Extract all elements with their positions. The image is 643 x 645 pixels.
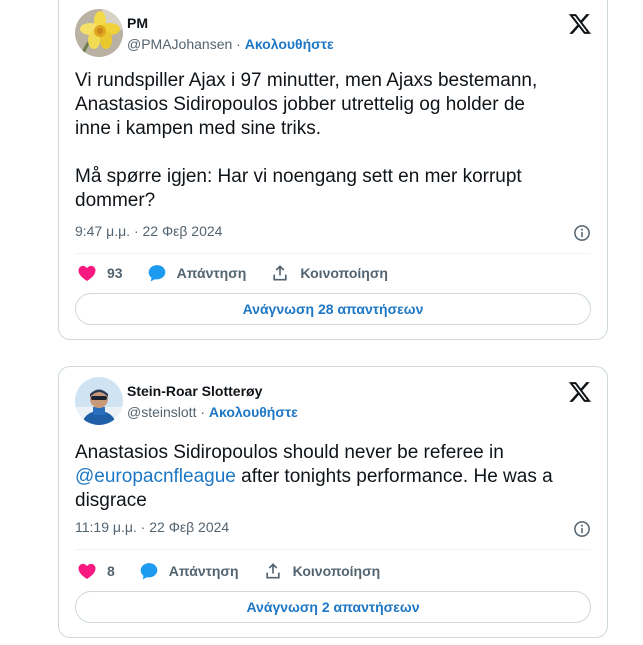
author-handle[interactable]: @PMAJohansen	[127, 36, 232, 52]
reply-label: Απάντηση	[176, 265, 247, 281]
share-button[interactable]: Κοινοποίηση	[263, 561, 381, 581]
follow-link[interactable]: Ακολουθήστε	[209, 404, 298, 420]
follow-link[interactable]: Ακολουθήστε	[245, 36, 334, 52]
x-logo-icon[interactable]	[569, 13, 591, 35]
mention-link[interactable]: @europacnfleague	[75, 466, 236, 487]
share-icon	[265, 563, 280, 579]
like-count: 93	[107, 265, 123, 281]
daffodil-flower-icon	[75, 9, 123, 57]
handle-row: @PMAJohansen · Ακολουθήστε	[127, 36, 334, 52]
author-name[interactable]: Stein-Roar Slotterøy	[127, 383, 262, 399]
reply-button[interactable]: Απάντηση	[139, 561, 239, 581]
tweet-text-part: Anastasios Sidiropoulos should never be …	[75, 442, 504, 463]
info-icon[interactable]	[573, 224, 591, 242]
action-bar: 8 Απάντηση Κοινοποίηση	[77, 560, 380, 582]
tweet-text: Anastasios Sidiropoulos should never be …	[75, 441, 595, 513]
read-replies-button[interactable]: Ανάγνωση 2 απαντήσεων	[75, 591, 591, 623]
share-label: Κοινοποίηση	[292, 563, 381, 579]
info-icon[interactable]	[573, 520, 591, 538]
handle-row: @steinslott · Ακολουθήστε	[127, 404, 298, 420]
author-handle[interactable]: @steinslott	[127, 404, 196, 420]
x-logo-icon[interactable]	[569, 381, 591, 403]
tweet-meta: 11:19 μ.μ. · 22 Φεβ 2024	[75, 519, 591, 539]
avatar[interactable]	[75, 377, 123, 425]
timestamp[interactable]: 11:19 μ.μ. · 22 Φεβ 2024	[75, 519, 229, 535]
reply-bubble-icon	[148, 265, 165, 282]
share-button[interactable]: Κοινοποίηση	[270, 263, 388, 283]
separator-dot: ·	[236, 36, 241, 52]
separator-dot: ·	[200, 404, 206, 420]
avatar[interactable]	[75, 9, 123, 57]
like-button[interactable]: 93	[77, 263, 123, 283]
tweet-card: PM @PMAJohansen · Ακολουθήστε Vi rundspi…	[58, 0, 608, 340]
like-count: 8	[107, 563, 115, 579]
share-icon	[273, 265, 288, 281]
like-button[interactable]: 8	[77, 561, 115, 581]
reply-button[interactable]: Απάντηση	[147, 263, 247, 283]
timestamp[interactable]: 9:47 μ.μ. · 22 Φεβ 2024	[75, 223, 222, 239]
heart-icon	[78, 265, 96, 281]
action-bar: 93 Απάντηση Κοινοποίηση	[77, 262, 388, 284]
tweet-card: Stein-Roar Slotterøy @steinslott · Ακολο…	[58, 366, 608, 638]
tweet-header: Stein-Roar Slotterøy @steinslott · Ακολο…	[75, 377, 591, 433]
heart-icon	[78, 563, 96, 579]
share-label: Κοινοποίηση	[300, 265, 388, 281]
author-name[interactable]: PM	[127, 15, 148, 31]
divider	[75, 549, 591, 550]
tweet-meta: 9:47 μ.μ. · 22 Φεβ 2024	[75, 223, 591, 243]
tweet-header: PM @PMAJohansen · Ακολουθήστε	[75, 9, 591, 65]
read-replies-button[interactable]: Ανάγνωση 28 απαντήσεων	[75, 293, 591, 325]
tweet-text: Vi rundspiller Ajax i 97 minutter, men A…	[75, 70, 538, 211]
reply-label: Απάντηση	[168, 563, 239, 579]
person-photo-icon	[75, 377, 123, 425]
reply-bubble-icon	[140, 563, 158, 580]
divider	[75, 253, 591, 254]
